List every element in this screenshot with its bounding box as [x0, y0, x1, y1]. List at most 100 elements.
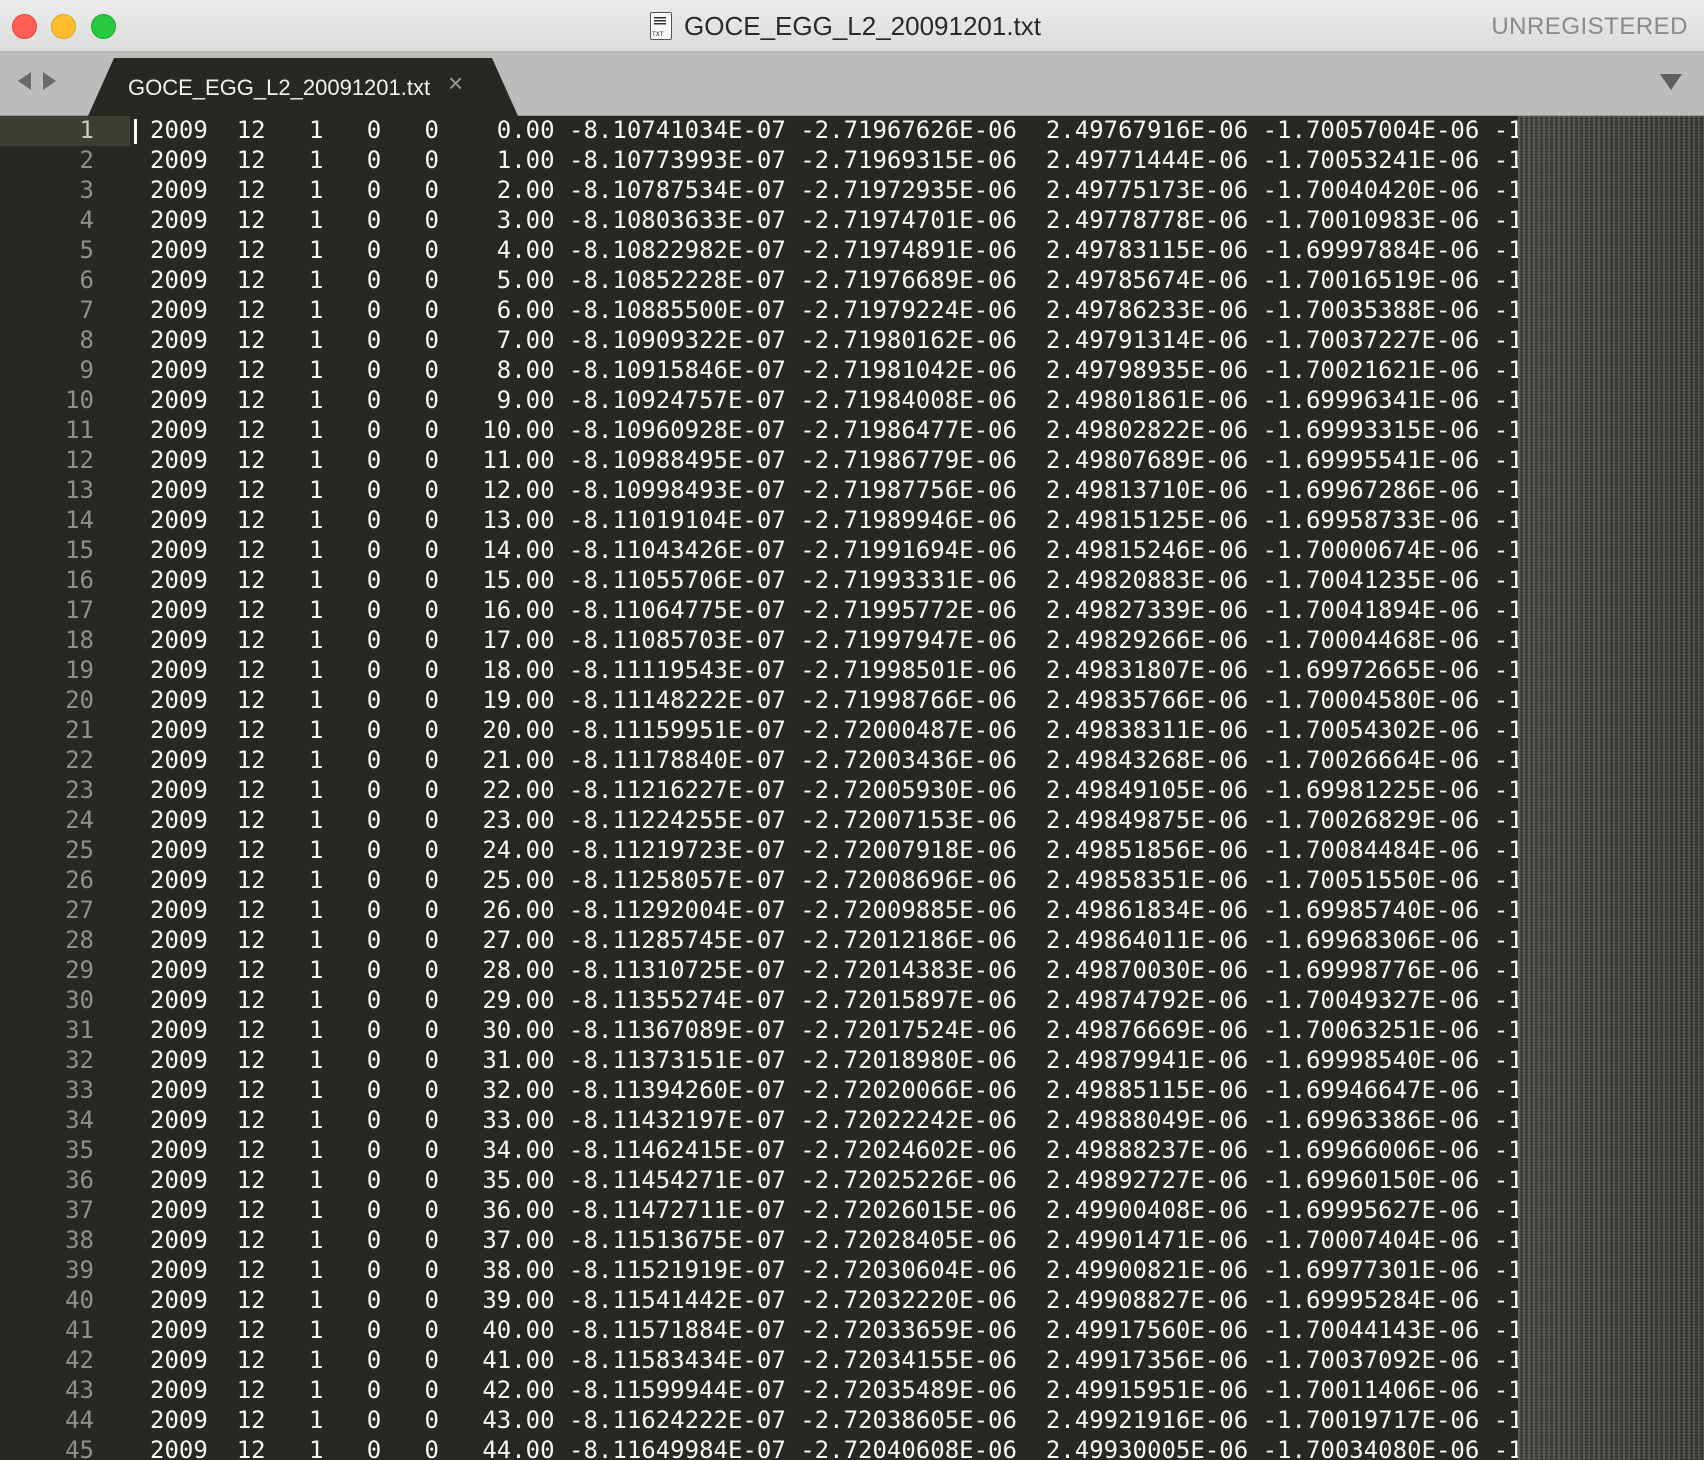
line-number: 10: [65, 386, 94, 414]
code-line[interactable]: 2009 12 1 0 0 4.00 -8.10822982E-07 -2.71…: [150, 236, 1520, 266]
tab-label: GOCE_EGG_L2_20091201.txt: [128, 75, 431, 100]
code-line[interactable]: 2009 12 1 0 0 16.00 -8.11064775E-07 -2.7…: [150, 596, 1520, 626]
line-number: 17: [65, 596, 94, 624]
line-number: 39: [65, 1256, 94, 1284]
code-line[interactable]: 2009 12 1 0 0 19.00 -8.11148222E-07 -2.7…: [150, 686, 1520, 716]
line-number: 8: [79, 326, 94, 354]
line-number: 22: [65, 746, 94, 774]
code-text-area[interactable]: 2009 12 1 0 0 0.00 -8.10741034E-07 -2.71…: [150, 116, 1520, 1460]
code-line[interactable]: 2009 12 1 0 0 40.00 -8.11571884E-07 -2.7…: [150, 1316, 1520, 1346]
code-line[interactable]: 2009 12 1 0 0 39.00 -8.11541442E-07 -2.7…: [150, 1286, 1520, 1316]
next-tab-arrow-icon[interactable]: [43, 72, 56, 90]
code-line[interactable]: 2009 12 1 0 0 42.00 -8.11599944E-07 -2.7…: [150, 1376, 1520, 1406]
window-title: GOCE_EGG_L2_20091201.txt: [684, 10, 1042, 41]
line-number: 31: [65, 1016, 94, 1044]
text-cursor: [134, 119, 137, 144]
code-line[interactable]: 2009 12 1 0 0 26.00 -8.11292004E-07 -2.7…: [150, 896, 1520, 926]
code-line[interactable]: 2009 12 1 0 0 13.00 -8.11019104E-07 -2.7…: [150, 506, 1520, 536]
tab-navigation: [18, 72, 56, 90]
code-line[interactable]: 2009 12 1 0 0 34.00 -8.11462415E-07 -2.7…: [150, 1136, 1520, 1166]
code-line[interactable]: 2009 12 1 0 0 29.00 -8.11355274E-07 -2.7…: [150, 986, 1520, 1016]
minimap-viewport[interactable]: [1518, 116, 1704, 1460]
code-line[interactable]: 2009 12 1 0 0 33.00 -8.11432197E-07 -2.7…: [150, 1106, 1520, 1136]
line-number: 28: [65, 926, 94, 954]
tab-active-file[interactable]: GOCE_EGG_L2_20091201.txt ×: [88, 58, 518, 116]
tab-list-dropdown-icon[interactable]: [1660, 74, 1682, 90]
maximize-window-button[interactable]: [91, 14, 116, 39]
tab-close-icon[interactable]: ×: [448, 70, 463, 96]
line-number: 35: [65, 1136, 94, 1164]
line-number: 33: [65, 1076, 94, 1104]
code-line[interactable]: 2009 12 1 0 0 32.00 -8.11394260E-07 -2.7…: [150, 1076, 1520, 1106]
line-number: 30: [65, 986, 94, 1014]
line-number: 32: [65, 1046, 94, 1074]
license-status: UNREGISTERED: [1491, 13, 1688, 40]
code-line[interactable]: 2009 12 1 0 0 24.00 -8.11219723E-07 -2.7…: [150, 836, 1520, 866]
line-number: 20: [65, 686, 94, 714]
code-line[interactable]: 2009 12 1 0 0 27.00 -8.11285745E-07 -2.7…: [150, 926, 1520, 956]
line-number: 27: [65, 896, 94, 924]
code-line[interactable]: 2009 12 1 0 0 31.00 -8.11373151E-07 -2.7…: [150, 1046, 1520, 1076]
code-line[interactable]: 2009 12 1 0 0 12.00 -8.10998493E-07 -2.7…: [150, 476, 1520, 506]
window-title-group: GOCE_EGG_L2_20091201.txt: [650, 10, 1041, 42]
code-line[interactable]: 2009 12 1 0 0 2.00 -8.10787534E-07 -2.71…: [150, 176, 1520, 206]
code-line[interactable]: 2009 12 1 0 0 37.00 -8.11513675E-07 -2.7…: [150, 1226, 1520, 1256]
code-line[interactable]: 2009 12 1 0 0 10.00 -8.10960928E-07 -2.7…: [150, 416, 1520, 446]
line-number: 9: [79, 356, 94, 384]
code-line[interactable]: 2009 12 1 0 0 14.00 -8.11043426E-07 -2.7…: [150, 536, 1520, 566]
line-number-gutter: 1 2 3 4 5 6 7 8 9 10 11 12 13 14 15 16 17 18 19 20 21 22 23 24 2…: [0, 116, 130, 1460]
line-number: 44: [65, 1406, 94, 1434]
tab-bar: GOCE_EGG_L2_20091201.txt ×: [0, 52, 1704, 116]
code-line[interactable]: 2009 12 1 0 0 30.00 -8.11367089E-07 -2.7…: [150, 1016, 1520, 1046]
code-line[interactable]: 2009 12 1 0 0 28.00 -8.11310725E-07 -2.7…: [150, 956, 1520, 986]
line-number: 21: [65, 716, 94, 744]
line-number: 2: [79, 146, 94, 174]
code-line[interactable]: 2009 12 1 0 0 15.00 -8.11055706E-07 -2.7…: [150, 566, 1520, 596]
line-number: 29: [65, 956, 94, 984]
line-number: 14: [65, 506, 94, 534]
line-number: 40: [65, 1286, 94, 1314]
code-line[interactable]: 2009 12 1 0 0 18.00 -8.11119543E-07 -2.7…: [150, 656, 1520, 686]
code-line[interactable]: 2009 12 1 0 0 0.00 -8.10741034E-07 -2.71…: [150, 116, 1520, 146]
code-line[interactable]: 2009 12 1 0 0 44.00 -8.11649984E-07 -2.7…: [150, 1436, 1520, 1460]
minimap[interactable]: [1518, 116, 1704, 1460]
code-line[interactable]: 2009 12 1 0 0 20.00 -8.11159951E-07 -2.7…: [150, 716, 1520, 746]
code-line[interactable]: 2009 12 1 0 0 35.00 -8.11454271E-07 -2.7…: [150, 1166, 1520, 1196]
code-line[interactable]: 2009 12 1 0 0 36.00 -8.11472711E-07 -2.7…: [150, 1196, 1520, 1226]
line-number: 1: [79, 116, 94, 144]
code-line[interactable]: 2009 12 1 0 0 6.00 -8.10885500E-07 -2.71…: [150, 296, 1520, 326]
line-number: 23: [65, 776, 94, 804]
code-line[interactable]: 2009 12 1 0 0 17.00 -8.11085703E-07 -2.7…: [150, 626, 1520, 656]
line-number: 15: [65, 536, 94, 564]
code-line[interactable]: 2009 12 1 0 0 41.00 -8.11583434E-07 -2.7…: [150, 1346, 1520, 1376]
line-number: 7: [79, 296, 94, 324]
line-number: 13: [65, 476, 94, 504]
previous-tab-arrow-icon[interactable]: [18, 72, 31, 90]
code-line[interactable]: 2009 12 1 0 0 1.00 -8.10773993E-07 -2.71…: [150, 146, 1520, 176]
close-window-button[interactable]: [12, 14, 37, 39]
code-line[interactable]: 2009 12 1 0 0 7.00 -8.10909322E-07 -2.71…: [150, 326, 1520, 356]
editor-area[interactable]: 1 2 3 4 5 6 7 8 9 10 11 12 13 14 15 16 17 18 19 20 21 22 23 24 2…: [0, 116, 1704, 1460]
code-line[interactable]: 2009 12 1 0 0 5.00 -8.10852228E-07 -2.71…: [150, 266, 1520, 296]
line-number: 6: [79, 266, 94, 294]
line-number: 36: [65, 1166, 94, 1194]
code-line[interactable]: 2009 12 1 0 0 22.00 -8.11216227E-07 -2.7…: [150, 776, 1520, 806]
code-line[interactable]: 2009 12 1 0 0 23.00 -8.11224255E-07 -2.7…: [150, 806, 1520, 836]
code-line[interactable]: 2009 12 1 0 0 38.00 -8.11521919E-07 -2.7…: [150, 1256, 1520, 1286]
code-line[interactable]: 2009 12 1 0 0 11.00 -8.10988495E-07 -2.7…: [150, 446, 1520, 476]
code-line[interactable]: 2009 12 1 0 0 21.00 -8.11178840E-07 -2.7…: [150, 746, 1520, 776]
line-number: 41: [65, 1316, 94, 1344]
line-number: 11: [65, 416, 94, 444]
code-line[interactable]: 2009 12 1 0 0 3.00 -8.10803633E-07 -2.71…: [150, 206, 1520, 236]
minimize-window-button[interactable]: [51, 14, 76, 39]
code-line[interactable]: 2009 12 1 0 0 43.00 -8.11624222E-07 -2.7…: [150, 1406, 1520, 1436]
code-line[interactable]: 2009 12 1 0 0 8.00 -8.10915846E-07 -2.71…: [150, 356, 1520, 386]
line-number: 25: [65, 836, 94, 864]
line-number: 34: [65, 1106, 94, 1134]
line-number: 18: [65, 626, 94, 654]
code-line[interactable]: 2009 12 1 0 0 9.00 -8.10924757E-07 -2.71…: [150, 386, 1520, 416]
line-number: 42: [65, 1346, 94, 1374]
window-titlebar: GOCE_EGG_L2_20091201.txt UNREGISTERED: [0, 0, 1704, 52]
code-line[interactable]: 2009 12 1 0 0 25.00 -8.11258057E-07 -2.7…: [150, 866, 1520, 896]
text-document-icon: [650, 12, 672, 40]
